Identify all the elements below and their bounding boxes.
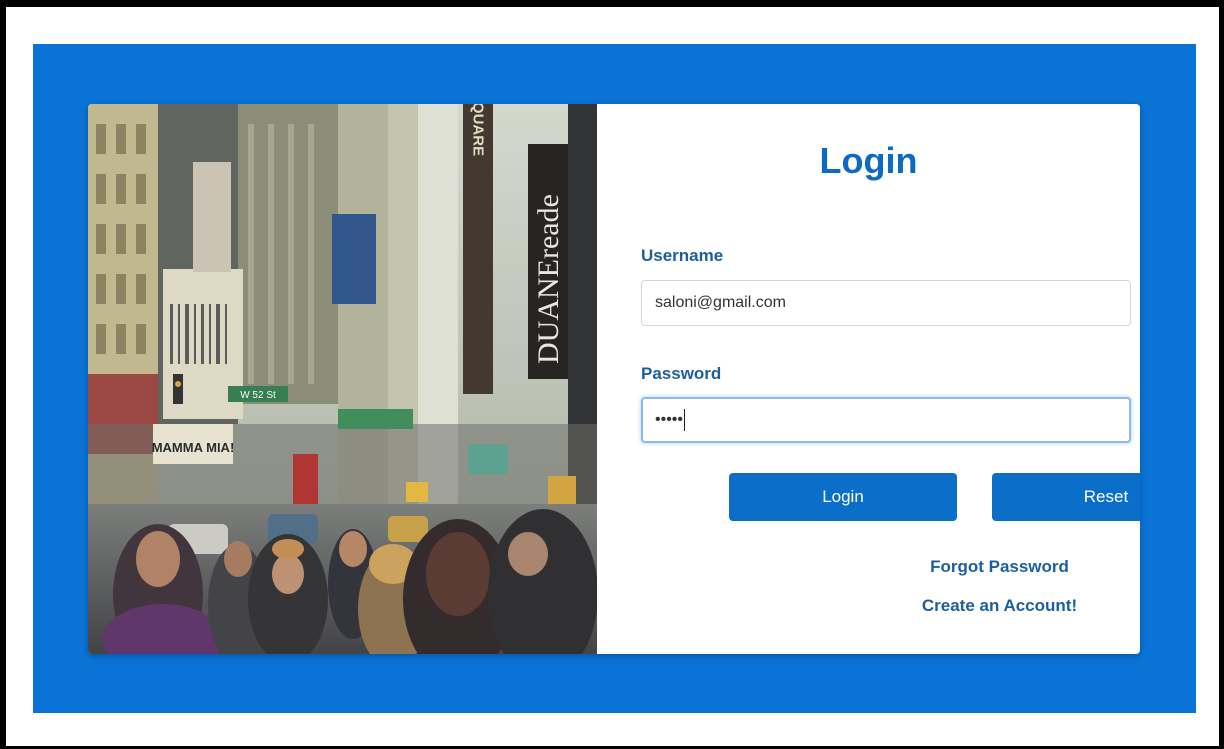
- login-button[interactable]: Login: [729, 473, 957, 521]
- login-form: Login Username saloni@gmail.com Password…: [597, 104, 1140, 654]
- password-label: Password: [641, 364, 722, 383]
- create-account-link[interactable]: Create an Account!: [728, 596, 1140, 616]
- city-street-photo: SQUARE DUANEreade W 52 St MAMMA MIA!: [88, 104, 597, 654]
- login-card: SQUARE DUANEreade W 52 St MAMMA MIA! Log…: [88, 104, 1140, 654]
- password-value: •••••: [655, 411, 684, 428]
- login-title: Login: [819, 140, 918, 181]
- username-value: saloni@gmail.com: [655, 294, 786, 311]
- text-caret: [684, 408, 686, 431]
- password-input[interactable]: •••••: [641, 397, 1131, 443]
- username-input[interactable]: saloni@gmail.com: [641, 280, 1131, 326]
- username-label: Username: [641, 246, 724, 265]
- reset-button[interactable]: Reset: [992, 473, 1140, 521]
- forgot-password-link[interactable]: Forgot Password: [728, 557, 1140, 577]
